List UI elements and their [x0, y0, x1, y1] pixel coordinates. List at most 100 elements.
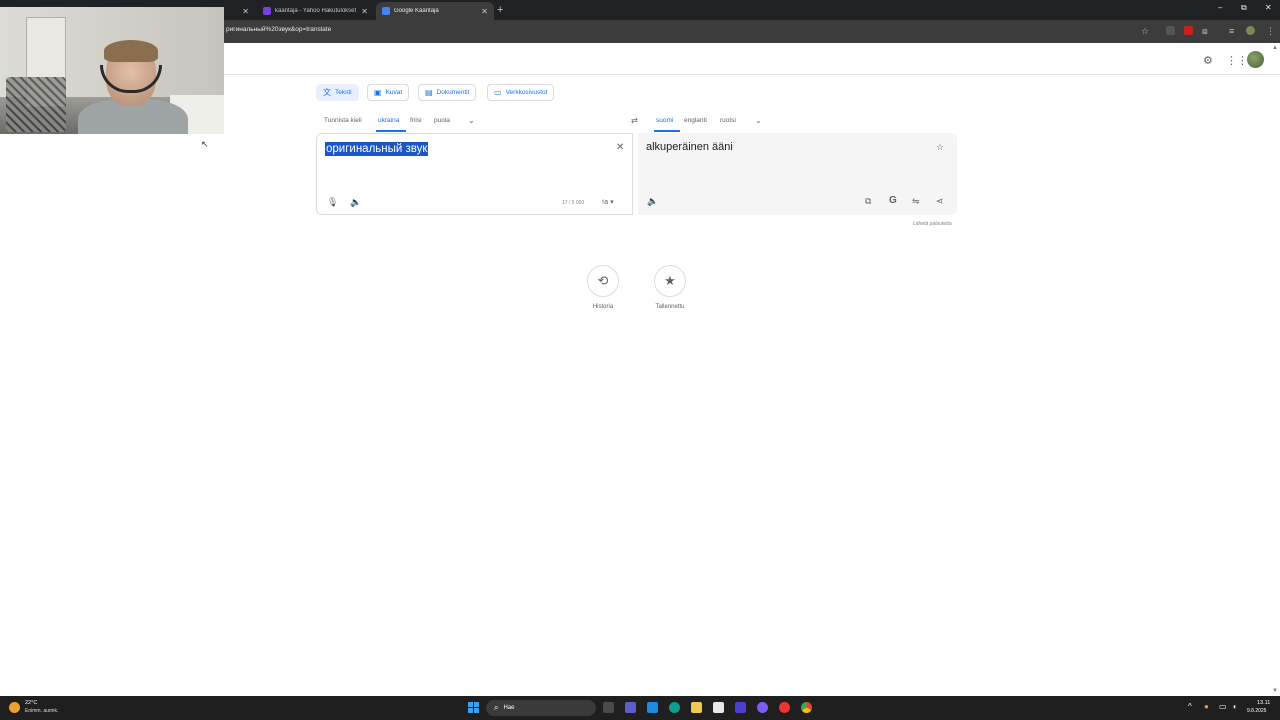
- close-tab-icon[interactable]: ✕: [361, 7, 368, 16]
- puzzle-icon[interactable]: ⧈: [1202, 26, 1208, 36]
- target-lang-finnish[interactable]: suomi: [656, 117, 673, 124]
- tab-title: Google Kääntäjä: [394, 8, 439, 14]
- close-window-button[interactable]: ✕: [1265, 3, 1272, 12]
- target-lang-swedish[interactable]: ruotsi: [720, 117, 736, 124]
- mode-tab-label: Kuvat: [385, 89, 403, 96]
- target-lang-more-chevron-down-icon[interactable]: ⌄: [755, 116, 762, 125]
- mode-tab-label: Verkkosivustot: [505, 89, 548, 96]
- translation-pane: alkuperäinen ääni ☆ 🔈 ⧉ G ⇋ ⋖: [638, 133, 957, 215]
- weather-description[interactable]: Enimm. aurink.: [25, 708, 58, 714]
- mode-tab-label: Teksti: [335, 89, 352, 96]
- settings-gear-icon[interactable]: ⚙: [1203, 54, 1213, 67]
- swap-languages-icon[interactable]: ⇄: [631, 116, 638, 125]
- recorder-icon[interactable]: [779, 702, 790, 713]
- file-explorer-icon[interactable]: [691, 702, 702, 713]
- close-tab-icon[interactable]: ✕: [242, 7, 249, 16]
- microphone-icon[interactable]: 🎙: [327, 197, 338, 208]
- scrollbar-up-arrow[interactable]: ▲: [1272, 45, 1278, 51]
- translate-icon: 文: [323, 88, 331, 97]
- source-lang-frisian[interactable]: friisi: [410, 117, 422, 124]
- listen-source-speaker-icon[interactable]: 🔈: [350, 197, 361, 208]
- history-button[interactable]: ⟲: [587, 265, 619, 297]
- clock-time[interactable]: 13.11: [1257, 700, 1270, 706]
- visual-studio-icon[interactable]: [735, 702, 746, 713]
- share-icon[interactable]: ⋖: [936, 196, 944, 207]
- taskbar-search-label: Hae: [503, 705, 515, 711]
- source-text-input[interactable]: оригинальный звук: [325, 142, 429, 156]
- saved-label: Tallennettu: [655, 304, 685, 310]
- character-count: 17 / 5 000: [562, 200, 585, 206]
- discord-icon[interactable]: [757, 702, 768, 713]
- restore-button[interactable]: ⧉: [1241, 3, 1247, 13]
- browser-tab[interactable]: kääntäjä - Yahoo Hakutulokset ✕: [257, 2, 374, 20]
- tab-title: kääntäjä - Yahoo Hakutulokset: [275, 8, 357, 14]
- target-lang-active-indicator: [654, 130, 680, 132]
- google-translate-favicon-icon: [382, 7, 390, 15]
- weather-sun-icon[interactable]: [9, 702, 20, 713]
- saved-button[interactable]: ★: [654, 265, 686, 297]
- extension-icon[interactable]: [1184, 26, 1193, 37]
- webcam-bicycle: [6, 77, 66, 132]
- mail-icon[interactable]: [647, 702, 658, 713]
- source-lang-ukrainian[interactable]: ukraina: [378, 117, 399, 124]
- source-lang-detect[interactable]: Tunnista kieli: [324, 117, 362, 124]
- edge-icon[interactable]: [669, 702, 680, 713]
- profile-icon[interactable]: [1246, 26, 1255, 37]
- send-feedback-link[interactable]: Lähetä palautetta: [913, 221, 952, 227]
- task-view-icon[interactable]: [603, 702, 614, 713]
- rate-translation-icon[interactable]: ⇋: [912, 196, 920, 207]
- tray-overflow-chevron-up-icon[interactable]: ^: [1188, 702, 1192, 711]
- start-windows-icon[interactable]: [468, 702, 479, 713]
- reading-list-icon[interactable]: ≡: [1229, 26, 1234, 36]
- new-tab-button[interactable]: +: [497, 4, 503, 16]
- microphone-tray-icon[interactable]: ●: [1204, 702, 1209, 711]
- menu-dots-icon[interactable]: ⋮: [1266, 26, 1275, 36]
- document-icon: ▤: [425, 88, 433, 97]
- history-icon: ⟲: [597, 273, 609, 288]
- source-lang-active-indicator: [376, 130, 406, 132]
- star-icon: ★: [664, 273, 676, 288]
- keyboard-input-tools-icon[interactable]: ʸa ▾: [602, 198, 614, 206]
- chrome-icon[interactable]: [801, 702, 812, 713]
- mode-tab-images[interactable]: ▣ Kuvat: [367, 84, 410, 101]
- clock-date[interactable]: 9.8.2025: [1247, 708, 1266, 714]
- minimize-button[interactable]: –: [1218, 3, 1222, 12]
- webcam-person-hair: [104, 40, 158, 62]
- taskbar-search[interactable]: ⌕ Hae: [486, 700, 596, 716]
- windows-taskbar: 22°C Enimm. aurink. ⌕ Hae ^ ● ▭ ◖ 13.11 …: [0, 696, 1280, 720]
- mode-tab-websites[interactable]: ▭ Verkkosivustot: [487, 84, 555, 101]
- mode-tab-label: Dokumentit: [436, 89, 470, 96]
- volume-icon[interactable]: ◖: [1232, 702, 1237, 711]
- teams-icon[interactable]: [625, 702, 636, 713]
- clear-text-button[interactable]: ✕: [616, 142, 624, 153]
- save-translation-star-icon[interactable]: ☆: [936, 142, 944, 153]
- apps-grid-icon[interactable]: ⋮⋮: [1226, 54, 1248, 67]
- extension-icon[interactable]: [1166, 26, 1175, 37]
- close-tab-icon[interactable]: ✕: [481, 7, 488, 16]
- webcam-overlay: [0, 7, 224, 134]
- account-avatar[interactable]: [1247, 51, 1264, 68]
- target-lang-english[interactable]: englanti: [684, 117, 707, 124]
- browser-tab-active[interactable]: Google Kääntäjä ✕: [376, 2, 494, 20]
- listen-translation-speaker-icon[interactable]: 🔈: [647, 196, 658, 207]
- url-field[interactable]: ригинальный%20звук&op=translate: [226, 26, 331, 33]
- mode-tab-documents[interactable]: ▤ Dokumentit: [418, 84, 477, 101]
- source-lang-more-chevron-down-icon[interactable]: ⌄: [468, 116, 475, 125]
- search-icon: ⌕: [494, 703, 499, 712]
- store-icon[interactable]: [713, 702, 724, 713]
- source-text-pane: оригинальный звук ✕ 🎙 🔈 17 / 5 000 ʸa ▾: [316, 133, 633, 215]
- bookmark-star-icon[interactable]: ☆: [1141, 26, 1149, 36]
- copy-icon[interactable]: ⧉: [865, 196, 871, 207]
- scrollbar-down-arrow[interactable]: ▼: [1272, 688, 1278, 694]
- weather-temperature[interactable]: 22°C: [25, 700, 37, 706]
- website-icon: ▭: [494, 88, 502, 97]
- translation-output: alkuperäinen ääni: [646, 141, 733, 153]
- history-label: Historia: [592, 304, 614, 310]
- mouse-cursor-icon: ↖: [201, 139, 209, 149]
- yahoo-favicon-icon: [263, 7, 271, 15]
- google-search-icon[interactable]: G: [889, 195, 897, 206]
- source-lang-polish[interactable]: puola: [434, 117, 450, 124]
- mode-tab-text[interactable]: 文 Teksti: [316, 84, 359, 101]
- display-icon[interactable]: ▭: [1219, 702, 1227, 711]
- image-icon: ▣: [374, 88, 382, 97]
